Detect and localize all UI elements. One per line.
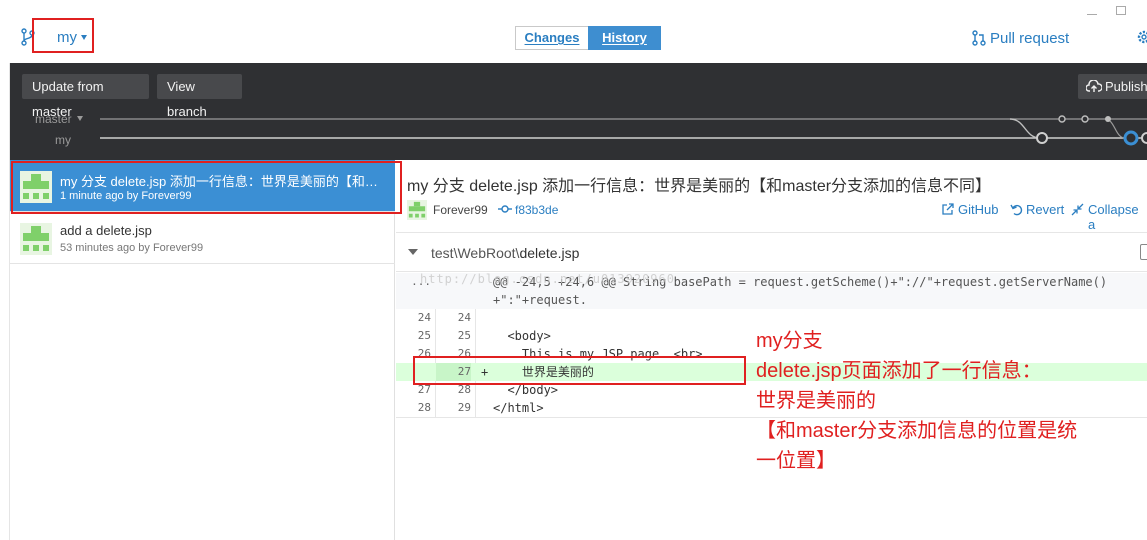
collapse-icon[interactable] (1071, 203, 1084, 216)
annotation-line: 一位置】 (756, 450, 836, 472)
hunk-text: +":"+request. (493, 293, 587, 307)
revert-button[interactable]: Revert (1026, 202, 1064, 217)
commit-node[interactable] (1081, 115, 1089, 123)
diff-hunk-header: ... @@ -24,5 +24,6 @@ String basePath = … (396, 273, 1147, 291)
commit-list-item[interactable]: add a delete.jsp 53 minutes ago by Forev… (10, 212, 395, 264)
diff-hunk-header-cont: +":"+request. (396, 291, 1147, 309)
file-diff-header[interactable]: test\WebRoot\delete.jsp (396, 232, 1147, 272)
diff-code: <body> (493, 329, 551, 343)
external-link-icon[interactable] (941, 203, 954, 216)
pull-request-button[interactable]: Pull request (990, 30, 1069, 47)
top-toolbar: my Changes History Pull request (0, 0, 1147, 63)
tab-changes[interactable]: Changes (515, 26, 588, 50)
gear-icon[interactable] (1136, 29, 1147, 45)
maximize-icon[interactable] (1116, 6, 1126, 15)
avatar (407, 200, 427, 220)
annotation-highlight-box (413, 356, 746, 385)
file-options-icon[interactable] (1140, 244, 1147, 260)
branch-graph (100, 115, 1147, 146)
revert-icon[interactable] (1010, 203, 1023, 216)
cloud-upload-icon (1086, 80, 1102, 92)
publish-label: Publish (1105, 79, 1147, 94)
hunk-expand-marker[interactable]: ... (396, 273, 431, 291)
commit-title: add a delete.jsp (60, 223, 152, 238)
minimize-icon[interactable] (1087, 14, 1097, 15)
commit-meta: 53 minutes ago by Forever99 (60, 242, 204, 254)
annotation-line: delete.jsp页面添加了一行信息： (756, 360, 1042, 382)
commit-node[interactable] (1036, 132, 1048, 144)
left-edge (0, 63, 10, 540)
publish-button[interactable]: Publish (1078, 74, 1147, 99)
file-dir: test\WebRoot\ (431, 245, 520, 261)
tab-history[interactable]: History (588, 26, 661, 50)
file-name: delete.jsp (519, 245, 580, 261)
commit-sha-link[interactable]: f83b3de (515, 203, 558, 217)
branch-graph-bar: Update from master View branch Publish m… (10, 63, 1147, 160)
old-line-number: 25 (417, 329, 431, 342)
diff-line[interactable]: 24 24 (396, 309, 1147, 327)
annotation-line: my分支 (756, 330, 823, 352)
commit-detail-title: my 分支 delete.jsp 添加一行信息：世界是美丽的【和master分支… (407, 178, 992, 195)
avatar (20, 223, 52, 255)
old-line-number: 28 (417, 401, 431, 414)
annotation-line: 【和master分支添加信息的位置是统 (756, 420, 1078, 442)
new-line-number: 25 (457, 329, 471, 342)
lane-label-master[interactable]: master (35, 112, 72, 126)
lane-label-my: my (55, 133, 71, 147)
hunk-text: @@ -24,5 +24,6 @@ String basePath = requ… (493, 275, 1108, 289)
commit-list: my 分支 delete.jsp 添加一行信息：世界是美丽的【和master分支… (10, 160, 395, 540)
diff-code: </html> (493, 401, 544, 415)
commit-node[interactable] (1141, 132, 1147, 144)
commit-node[interactable] (1058, 115, 1066, 123)
file-path: test\WebRoot\delete.jsp (431, 245, 579, 261)
update-from-master-button[interactable]: Update from master (22, 74, 149, 119)
commit-author: Forever99 (433, 203, 488, 217)
chevron-down-icon[interactable] (77, 116, 83, 121)
commit-icon (498, 205, 512, 213)
pull-request-icon[interactable] (972, 30, 986, 46)
annotation-highlight-box (11, 161, 402, 214)
commit-node[interactable] (1105, 116, 1111, 122)
collapse-all-button[interactable]: Collapse a (1088, 202, 1147, 232)
new-line-number: 29 (457, 401, 471, 414)
annotation-line: 世界是美丽的 (756, 390, 876, 412)
commit-node[interactable] (1123, 130, 1139, 146)
annotation-text: my分支 delete.jsp页面添加了一行信息： 世界是美丽的 【和maste… (756, 326, 1147, 476)
new-line-number: 24 (457, 311, 471, 324)
old-line-number: 24 (417, 311, 431, 324)
view-on-github-button[interactable]: GitHub (958, 202, 998, 217)
view-branch-button[interactable]: View branch (157, 74, 242, 119)
chevron-down-icon[interactable] (408, 249, 418, 255)
annotation-highlight-box (32, 18, 94, 53)
